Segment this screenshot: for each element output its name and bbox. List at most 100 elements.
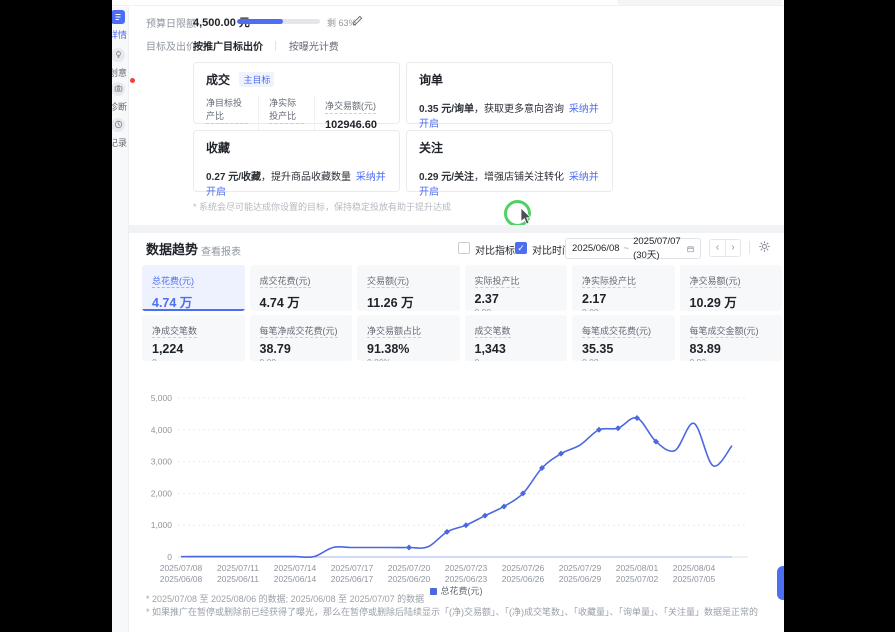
metric-label: 实际投产比 xyxy=(475,274,520,288)
metric-card-9[interactable]: 成交笔数1,3430 xyxy=(465,315,568,361)
svg-text:1,000: 1,000 xyxy=(151,520,173,530)
goal-cards-grid: 成交 主目标 净目标投产比i 2.45 净实际投产比 2.17 净交易额(元) xyxy=(193,62,613,192)
svg-text:2025/07/29: 2025/07/29 xyxy=(559,563,602,573)
metric-label: 净成交笔数 xyxy=(152,324,197,338)
metric-label: 每笔净成交花费(元) xyxy=(260,324,338,338)
metric-card-4[interactable]: 净实际投产比2.170.00 xyxy=(572,265,675,311)
metric-label: 成交花费(元) xyxy=(260,274,311,288)
metric-label: 净交易额占比 xyxy=(367,324,421,338)
goal-card-title: 收藏 xyxy=(206,139,230,156)
sidebar-item-bulb[interactable]: 创意 xyxy=(112,46,134,79)
goal-card-title: 成交 xyxy=(206,71,230,88)
metric-card-5[interactable]: 净交易额(元)10.29 万0.00 xyxy=(680,265,783,311)
tab-bid-by-impression[interactable]: 按曝光计费 xyxy=(289,42,339,53)
metric-card-1[interactable]: 成交花费(元)4.74 万0.00 xyxy=(250,265,353,311)
metric-value: 83.89 xyxy=(690,342,773,356)
tab-divider xyxy=(275,41,276,51)
legend-marker-total-cost xyxy=(430,588,437,595)
floating-scroll-button[interactable] xyxy=(777,566,784,600)
metric-value: 2.37 xyxy=(475,292,558,306)
sidebar-item-label: 记录 xyxy=(112,136,134,149)
bulb-icon xyxy=(112,48,125,62)
sidebar-item-label: 诊断 xyxy=(112,100,134,113)
sidebar-item-label: 详情 xyxy=(112,28,134,41)
svg-text:2025/06/20: 2025/06/20 xyxy=(388,574,431,584)
metric-compare-value: 0.00 xyxy=(582,307,665,311)
goal-card-title: 询单 xyxy=(419,71,443,88)
metric-value: 35.35 xyxy=(582,342,665,356)
svg-text:2025/08/04: 2025/08/04 xyxy=(673,563,716,573)
trend-footnote-2: * 如果推广在暂停或删除前已经获得了曝光，那么在暂停或删除后陆续显示「(净)交易… xyxy=(146,605,758,618)
metric-label: 每笔成交花费(元) xyxy=(582,324,651,338)
compare-metric-label[interactable]: 对比指标 xyxy=(475,242,515,257)
trend-line-chart: 01,0002,0003,0004,0005,0002025/07/082025… xyxy=(148,390,764,588)
detail-icon xyxy=(112,10,125,24)
svg-text:2025/06/08: 2025/06/08 xyxy=(160,574,203,584)
svg-text:2025/07/26: 2025/07/26 xyxy=(502,563,545,573)
section-divider xyxy=(129,225,784,233)
budget-progress-fill xyxy=(237,19,283,24)
metric-value: 11.26 万 xyxy=(367,292,450,311)
metric-card-8[interactable]: 净交易额占比91.38%0.00% xyxy=(357,315,460,361)
trend-footnote-1: * 2025/07/08 至 2025/08/06 的数据; 2025/06/0… xyxy=(146,592,424,605)
metric-label: 每笔成交金额(元) xyxy=(690,324,759,338)
metric-compare-value: 0.00 xyxy=(260,357,343,361)
metric-card-2[interactable]: 交易额(元)11.26 万0.00 xyxy=(357,265,460,311)
svg-text:4,000: 4,000 xyxy=(151,425,173,435)
date-range-picker[interactable]: 2025/06/08 ~ 2025/07/07 (30天) xyxy=(565,238,701,259)
sidebar-item-clock[interactable]: 记录 xyxy=(112,116,134,149)
compare-time-checkbox[interactable]: ✓ xyxy=(515,242,527,254)
svg-text:2025/07/02: 2025/07/02 xyxy=(616,574,659,584)
goal-card-desc: 0.35 元/询单，获取更多意向咨询 采纳并开启 xyxy=(419,100,600,130)
svg-text:2025/06/14: 2025/06/14 xyxy=(274,574,317,584)
metric-card-7[interactable]: 每笔净成交花费(元)38.790.00 xyxy=(250,315,353,361)
svg-text:2025/07/11: 2025/07/11 xyxy=(217,563,259,573)
gear-icon[interactable] xyxy=(758,240,771,253)
date-pager: ‹ › xyxy=(709,239,741,257)
svg-text:2025/06/23: 2025/06/23 xyxy=(445,574,488,584)
metric-card-3[interactable]: 实际投产比2.370.00 xyxy=(465,265,568,311)
trend-title: 数据趋势 xyxy=(146,239,198,258)
metric-card-11[interactable]: 每笔成交金额(元)83.890.00 xyxy=(680,315,783,361)
sidebar: 详情创意诊断记录 xyxy=(112,7,129,632)
svg-text:2,000: 2,000 xyxy=(151,488,173,498)
svg-text:2025/06/17: 2025/06/17 xyxy=(331,574,374,584)
svg-text:3,000: 3,000 xyxy=(151,457,173,467)
metric-value: 4.74 万 xyxy=(260,292,343,311)
goal-card-title: 关注 xyxy=(419,139,443,156)
svg-text:5,000: 5,000 xyxy=(151,393,173,403)
metric-label: 交易额(元) xyxy=(367,274,409,288)
tab-bid-by-goal[interactable]: 按推广目标出价 xyxy=(193,42,263,53)
date-start: 2025/06/08 xyxy=(572,243,620,254)
view-report-link[interactable]: 查看报表 xyxy=(201,243,241,258)
goal-card-suggestion-1: 收藏0.27 元/收藏，提升商品收藏数量 采纳并开启 xyxy=(193,130,400,192)
metric-value: 1,343 xyxy=(475,342,558,356)
budget-progress-bar xyxy=(237,19,320,24)
metric-label: 总花费(元) xyxy=(152,274,194,288)
goal-card-suggestion-0: 询单0.35 元/询单，获取更多意向咨询 采纳并开启 xyxy=(406,62,613,124)
prev-period-button[interactable]: ‹ xyxy=(710,240,725,256)
goal-card-desc: 0.27 元/收藏，提升商品收藏数量 采纳并开启 xyxy=(206,168,387,198)
svg-text:2025/07/20: 2025/07/20 xyxy=(388,563,431,573)
date-separator: ~ xyxy=(624,243,630,254)
trend-chart-area[interactable]: 01,0002,0003,0004,0005,0002025/07/082025… xyxy=(148,390,764,588)
sidebar-item-label: 创意 xyxy=(112,66,134,79)
metric-value: 1,224 xyxy=(152,342,235,356)
metric-card-6[interactable]: 净成交笔数1,2240 xyxy=(142,315,245,361)
legend-label[interactable]: 总花费(元) xyxy=(441,586,483,596)
sidebar-item-detail[interactable]: 详情 xyxy=(112,8,134,41)
top-toolbar-remnant-box xyxy=(617,0,782,5)
metric-compare-value: 0.00 xyxy=(582,357,665,361)
sidebar-item-camera[interactable]: 诊断 xyxy=(112,80,134,113)
edit-budget-icon[interactable] xyxy=(352,13,363,31)
goal-card-deal: 成交 主目标 净目标投产比i 2.45 净实际投产比 2.17 净交易额(元) xyxy=(193,62,400,124)
metric-value: 4.74 万 xyxy=(152,292,235,311)
goal-card-desc: 0.29 元/关注，增强店铺关注转化 采纳并开启 xyxy=(419,168,600,198)
goal-card-suggestion-2: 关注0.29 元/关注，增强店铺关注转化 采纳并开启 xyxy=(406,130,613,192)
metric-card-10[interactable]: 每笔成交花费(元) 35.350.00 xyxy=(572,315,675,361)
notification-dot xyxy=(130,78,135,83)
compare-metric-checkbox[interactable] xyxy=(458,242,470,254)
metric-card-0[interactable]: 总花费(元)4.74 万0.00 xyxy=(142,265,245,311)
next-period-button[interactable]: › xyxy=(725,240,740,256)
metric-label: 净实际投产比 xyxy=(582,274,636,288)
